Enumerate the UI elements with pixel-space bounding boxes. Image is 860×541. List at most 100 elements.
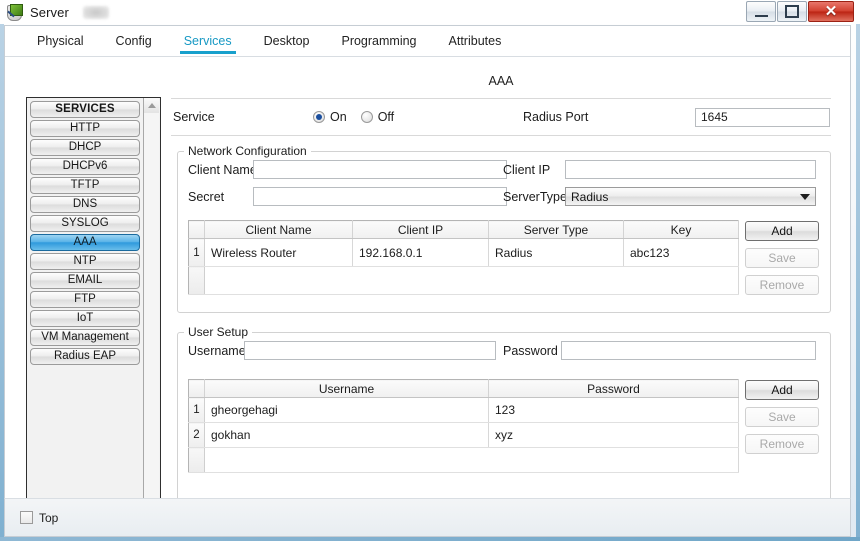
service-off-label: Off	[377, 110, 395, 124]
netcfg-save-button: Save	[745, 248, 819, 268]
aaa-config-panel: AAA Service On Off Radius Port 1645 Netw…	[171, 65, 831, 535]
close-button[interactable]: ✕	[808, 1, 854, 22]
server-window: Server ✕ Physical Config Services Deskto…	[0, 0, 860, 541]
table-header-row: Username Password	[188, 379, 739, 398]
table-row[interactable]: 1 Wireless Router 192.168.0.1 Radius abc…	[188, 238, 739, 267]
service-radio-off[interactable]: Off	[360, 110, 395, 124]
sidebar-header-services: SERVICES	[30, 101, 140, 118]
minimize-button[interactable]	[746, 1, 776, 22]
sidebar-item-ntp[interactable]: NTP	[30, 253, 140, 270]
network-configuration-buttons: Add Save Remove	[745, 220, 819, 295]
user-add-button[interactable]: Add	[745, 380, 819, 400]
cell-password: xyz	[488, 422, 739, 448]
table-row[interactable]: 1 gheorgehagi 123	[188, 397, 739, 423]
col-client-ip: Client IP	[352, 220, 489, 239]
tab-desktop[interactable]: Desktop	[248, 26, 326, 56]
service-row: Service On Off Radius Port 1645	[171, 99, 831, 135]
table-empty-row	[188, 447, 739, 473]
user-table-area: Username Password 1 gheorgehagi 123 2 go…	[188, 379, 819, 473]
table-header-row: Client Name Client IP Server Type Key	[188, 220, 739, 239]
sidebar-item-ftp[interactable]: FTP	[30, 291, 140, 308]
client-ip-input[interactable]	[565, 160, 816, 179]
col-server-type: Server Type	[488, 220, 624, 239]
cell-client-ip: 192.168.0.1	[352, 238, 489, 267]
secret-row: Secret ServerType Radius	[178, 187, 830, 212]
services-list: SERVICES HTTP DHCP DHCPv6 TFTP DNS SYSLO…	[27, 98, 143, 520]
maximize-button[interactable]	[777, 1, 807, 22]
sidebar-item-dhcpv6[interactable]: DHCPv6	[30, 158, 140, 175]
content-panel: Physical Config Services Desktop Program…	[4, 25, 851, 535]
title-blur-blob	[82, 5, 109, 19]
client-ip-label: Client IP	[503, 163, 551, 177]
window-title: Server	[30, 4, 69, 20]
col-username: Username	[204, 379, 489, 398]
top-checkbox-label: Top	[39, 510, 59, 525]
row-number-empty	[188, 447, 205, 473]
sidebar-item-dns[interactable]: DNS	[30, 196, 140, 213]
server-type-select[interactable]: Radius	[565, 187, 816, 206]
sidebar-item-vm-management[interactable]: VM Management	[30, 329, 140, 346]
client-name-row: Client Name Client IP	[178, 160, 830, 185]
rownum-header	[188, 379, 205, 398]
password-label: Password	[503, 344, 558, 358]
row-number-empty	[188, 266, 205, 295]
service-radio-on[interactable]: On	[313, 110, 347, 124]
username-input[interactable]	[244, 341, 496, 360]
top-checkbox[interactable]: Top	[20, 511, 58, 525]
sidebar-item-dhcp[interactable]: DHCP	[30, 139, 140, 156]
window-border-bottom	[0, 537, 860, 541]
tab-physical[interactable]: Physical	[21, 26, 100, 56]
services-body: SERVICES HTTP DHCP DHCPv6 TFTP DNS SYSLO…	[5, 57, 850, 535]
sidebar-item-syslog[interactable]: SYSLOG	[30, 215, 140, 232]
service-label: Service	[173, 110, 215, 124]
sidebar-item-aaa[interactable]: AAA	[30, 234, 140, 251]
radius-port-input[interactable]: 1645	[695, 107, 830, 127]
client-name-input[interactable]	[253, 160, 507, 179]
title-bar: Server ✕	[0, 0, 860, 24]
sidebar-item-iot[interactable]: IoT	[30, 310, 140, 327]
row-number: 2	[188, 422, 205, 448]
tab-bar: Physical Config Services Desktop Program…	[5, 26, 850, 57]
minimize-icon	[754, 12, 768, 17]
password-input[interactable]	[561, 341, 816, 360]
cell-password: 123	[488, 397, 739, 423]
page-title: AAA	[488, 74, 514, 88]
row-number: 1	[188, 397, 205, 423]
col-key: Key	[623, 220, 739, 239]
checkbox-icon[interactable]	[20, 511, 33, 524]
sidebar-item-tftp[interactable]: TFTP	[30, 177, 140, 194]
radius-port-label: Radius Port	[523, 110, 589, 124]
tab-services[interactable]: Services	[168, 26, 248, 56]
service-on-label: On	[330, 110, 347, 124]
window-controls: ✕	[746, 1, 854, 22]
close-icon: ✕	[824, 3, 838, 20]
bottom-bar: Top	[4, 498, 851, 537]
rownum-header	[188, 220, 205, 239]
chevron-down-icon	[800, 193, 810, 200]
server-shield-icon	[6, 3, 23, 21]
row-number: 1	[188, 238, 205, 267]
username-row: Username Password	[178, 341, 830, 366]
maximize-icon	[785, 5, 799, 18]
network-configuration-group: Network Configuration Client Name Client…	[177, 144, 831, 313]
cell-server-type: Radius	[488, 238, 624, 267]
sidebar-item-http[interactable]: HTTP	[30, 120, 140, 137]
user-setup-buttons: Add Save Remove	[745, 379, 819, 473]
netcfg-add-button[interactable]: Add	[745, 221, 819, 241]
user-setup-legend: User Setup	[188, 325, 249, 339]
table-row[interactable]: 2 gokhan xyz	[188, 422, 739, 448]
scroll-up-arrow-icon[interactable]	[144, 98, 159, 113]
sidebar-item-email[interactable]: EMAIL	[30, 272, 140, 289]
secret-label: Secret	[188, 190, 225, 204]
secret-input[interactable]	[253, 187, 507, 206]
username-label: Username	[188, 344, 246, 358]
window-border-right	[856, 0, 860, 541]
tab-programming[interactable]: Programming	[325, 26, 432, 56]
server-type-value: Radius	[571, 189, 609, 204]
user-save-button: Save	[745, 407, 819, 427]
empty-cell	[204, 266, 739, 295]
tab-config[interactable]: Config	[100, 26, 168, 56]
sidebar-scrollbar[interactable]	[143, 98, 159, 520]
tab-attributes[interactable]: Attributes	[433, 26, 518, 56]
sidebar-item-radius-eap[interactable]: Radius EAP	[30, 348, 140, 365]
